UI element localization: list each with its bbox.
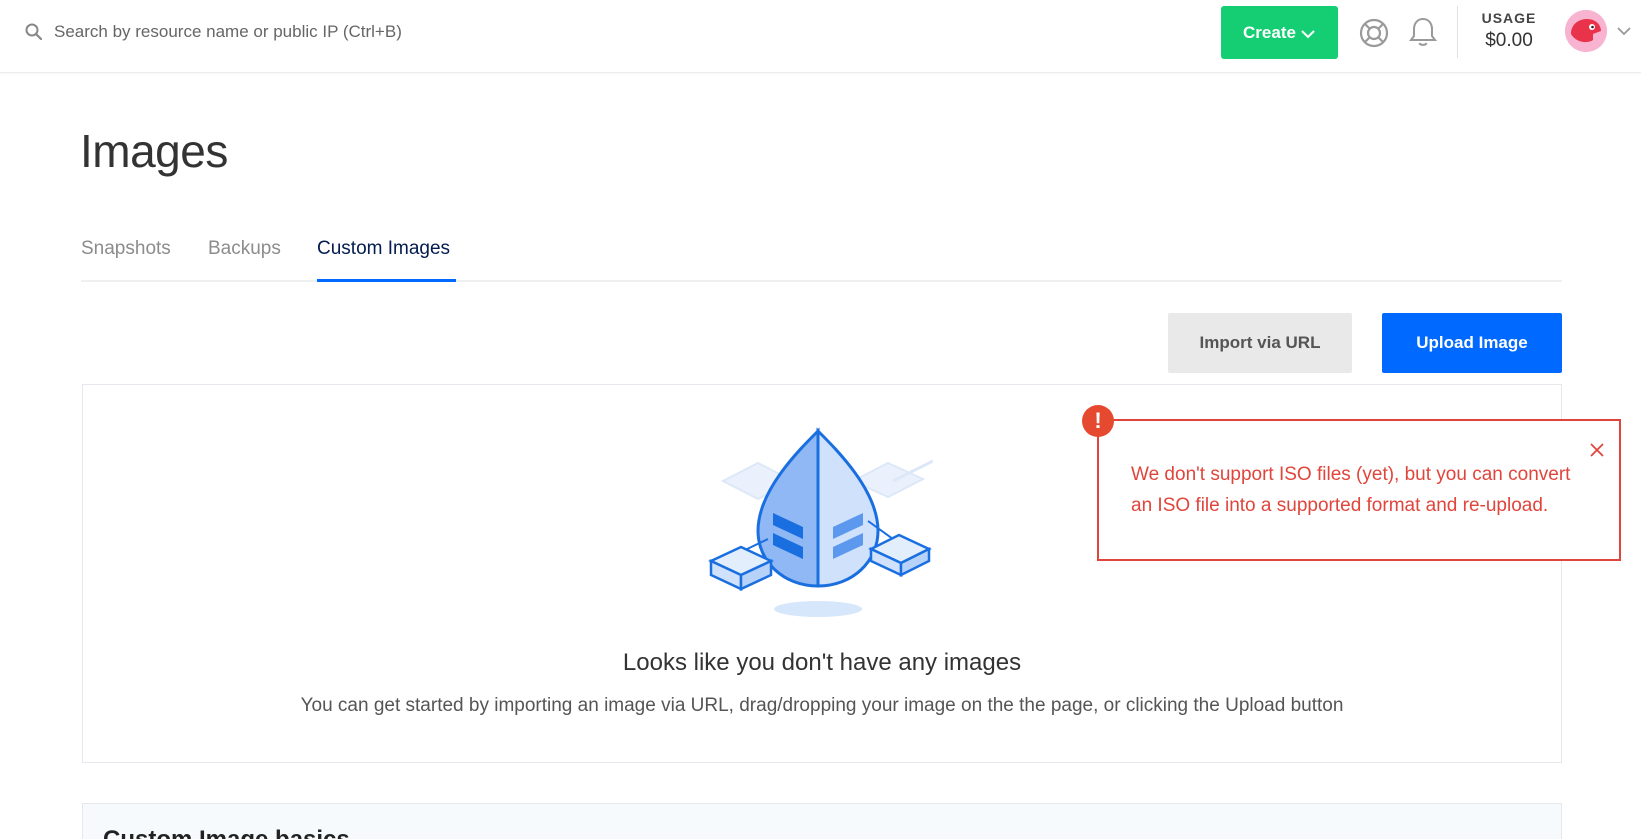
import-via-url-button[interactable]: Import via URL bbox=[1168, 313, 1352, 373]
search-placeholder[interactable]: Search by resource name or public IP (Ct… bbox=[54, 22, 402, 42]
avatar-image bbox=[1565, 10, 1607, 52]
empty-state-description: You can get started by importing an imag… bbox=[300, 695, 1344, 716]
bell-icon[interactable] bbox=[1407, 15, 1439, 49]
create-button-label: Create bbox=[1243, 22, 1296, 42]
close-icon[interactable] bbox=[1588, 441, 1606, 459]
search-icon bbox=[25, 23, 43, 41]
usage-label: USAGE bbox=[1481, 10, 1537, 26]
top-navigation-bar: Search by resource name or public IP (Ct… bbox=[0, 0, 1641, 73]
image-tabs: Snapshots Backups Custom Images bbox=[81, 228, 1562, 282]
header-divider bbox=[1457, 6, 1458, 58]
error-alert-icon: ! bbox=[1082, 405, 1114, 437]
tab-backups[interactable]: Backups bbox=[208, 238, 281, 260]
avatar[interactable] bbox=[1565, 10, 1607, 52]
search-bar[interactable]: Search by resource name or public IP (Ct… bbox=[24, 18, 402, 46]
empty-state-title: Looks like you don't have any images bbox=[622, 649, 1022, 676]
error-toast-message: We don't support ISO files (yet), but yo… bbox=[1131, 464, 1571, 516]
tab-snapshots[interactable]: Snapshots bbox=[81, 238, 171, 260]
active-tab-indicator bbox=[317, 279, 456, 282]
custom-image-basics-panel: Custom Image basics bbox=[82, 803, 1562, 839]
chevron-down-icon bbox=[1301, 29, 1315, 38]
page-title: Images bbox=[80, 125, 228, 177]
tab-custom-images[interactable]: Custom Images bbox=[317, 238, 450, 260]
error-toast: We don't support ISO files (yet), but yo… bbox=[1097, 419, 1621, 561]
help-lifebuoy-icon[interactable] bbox=[1358, 17, 1390, 49]
custom-image-basics-title: Custom Image basics bbox=[103, 826, 350, 839]
create-button[interactable]: Create bbox=[1221, 6, 1338, 59]
account-chevron-down-icon[interactable] bbox=[1616, 24, 1632, 38]
droplet-illustration bbox=[708, 427, 933, 617]
usage-value[interactable]: $0.00 bbox=[1475, 30, 1543, 52]
upload-image-button[interactable]: Upload Image bbox=[1382, 313, 1562, 373]
